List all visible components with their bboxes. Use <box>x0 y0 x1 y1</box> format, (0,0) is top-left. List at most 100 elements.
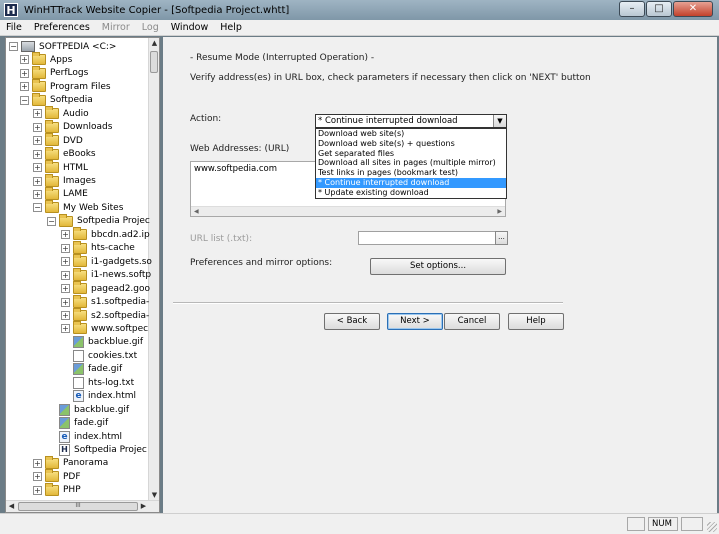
expand-icon[interactable]: + <box>33 485 42 495</box>
tree-item[interactable]: Softpedia Projec <box>47 444 147 457</box>
tree-item[interactable]: index.html <box>61 390 136 403</box>
tree-item[interactable]: index.html <box>47 430 122 443</box>
tree-item[interactable]: fade.gif <box>61 363 122 376</box>
menu-file[interactable]: File <box>0 22 28 33</box>
url-scroll-right-icon[interactable]: ▶ <box>497 207 502 217</box>
menu-window[interactable]: Window <box>165 22 214 33</box>
tree-item[interactable]: − Softpedia Projec <box>47 213 150 228</box>
expand-icon[interactable]: + <box>61 297 70 307</box>
action-option[interactable]: Get separated files <box>316 149 506 159</box>
hscroll-thumb[interactable]: III <box>18 502 138 511</box>
expand-icon[interactable]: + <box>33 189 42 199</box>
expand-icon[interactable]: + <box>33 136 42 146</box>
tree-item[interactable]: + Audio <box>33 106 89 120</box>
tree-item[interactable]: − My Web Sites <box>33 200 123 214</box>
scroll-up-arrow-icon[interactable]: ▲ <box>149 38 159 49</box>
tree-item[interactable]: + Images <box>33 173 96 188</box>
url-list-input[interactable] <box>358 231 498 245</box>
tree-item[interactable]: + Downloads <box>33 119 112 134</box>
tree-item[interactable]: + Program Files <box>20 79 111 93</box>
cancel-button[interactable]: Cancel <box>444 313 500 330</box>
scroll-left-arrow-icon[interactable]: ◀ <box>6 501 17 512</box>
tree-item[interactable]: + s1.softpedia- <box>61 294 149 309</box>
expand-icon[interactable]: + <box>61 243 70 253</box>
set-options-button[interactable]: Set options... <box>370 258 506 275</box>
tree-item[interactable]: − Softpedia <box>20 92 93 107</box>
action-dropdown-list[interactable]: Download web site(s) Download web site(s)… <box>315 128 507 199</box>
tree-horizontal-scrollbar[interactable]: ◀ III ▶ <box>6 500 159 512</box>
tree-item[interactable]: + bbcdn.ad2.ip <box>61 227 150 241</box>
collapse-icon[interactable]: − <box>9 42 18 51</box>
action-option[interactable]: * Update existing download <box>316 188 506 198</box>
collapse-icon[interactable]: − <box>33 203 42 213</box>
expand-icon[interactable]: + <box>33 122 42 132</box>
tree-item[interactable]: + i1-news.softp <box>61 267 151 282</box>
expand-icon[interactable]: + <box>61 270 70 280</box>
folder-icon <box>45 133 59 147</box>
collapse-icon[interactable]: − <box>47 216 56 226</box>
tree-item[interactable]: + LAME <box>33 186 88 201</box>
tree-item[interactable]: − SOFTPEDIA <C:> <box>9 40 116 53</box>
expand-icon[interactable]: + <box>33 163 42 173</box>
expand-icon[interactable]: + <box>33 472 42 482</box>
close-button[interactable]: ✕ <box>673 1 713 17</box>
next-button[interactable]: Next > <box>387 313 443 330</box>
tree-item[interactable]: + hts-cache <box>61 240 135 255</box>
action-option[interactable]: Test links in pages (bookmark test) <box>316 168 506 178</box>
tree-item[interactable]: backblue.gif <box>47 403 129 416</box>
expand-icon[interactable]: + <box>33 458 42 468</box>
tree-item[interactable]: + Panorama <box>33 455 108 470</box>
tree-item[interactable]: + PerfLogs <box>20 65 88 80</box>
back-button[interactable]: < Back <box>324 313 380 330</box>
action-select[interactable]: * Continue interrupted download ▼ <box>315 114 507 128</box>
tree-item[interactable]: fade.gif <box>47 417 108 430</box>
menu-preferences[interactable]: Preferences <box>28 22 96 33</box>
expand-icon[interactable]: + <box>20 68 29 78</box>
tree-item-label: SOFTPEDIA <C:> <box>39 41 117 52</box>
folder-icon <box>73 254 87 268</box>
help-button[interactable]: Help <box>508 313 564 330</box>
tree-item[interactable]: hts-log.txt <box>61 376 134 389</box>
tree-item[interactable]: + eBooks <box>33 146 96 161</box>
maximize-button[interactable]: □ <box>646 1 672 17</box>
tree-item[interactable]: + PDF <box>33 469 81 483</box>
tree-item[interactable]: + i1-gadgets.so <box>61 254 152 268</box>
resize-grip[interactable] <box>707 522 717 532</box>
tree-item[interactable]: + www.softpec <box>61 321 148 335</box>
expand-icon[interactable]: + <box>33 109 42 119</box>
expand-icon[interactable]: + <box>20 55 29 65</box>
action-option[interactable]: Download web site(s) <box>316 129 506 139</box>
expand-icon[interactable]: + <box>61 311 70 320</box>
menu-help[interactable]: Help <box>214 22 248 33</box>
url-horizontal-scrollbar[interactable]: ◀ ▶ <box>191 206 505 216</box>
expand-icon[interactable]: + <box>33 176 42 186</box>
expand-icon[interactable]: + <box>61 284 70 294</box>
expand-icon[interactable]: + <box>61 230 70 240</box>
tree-item[interactable]: backblue.gif <box>61 336 143 349</box>
tree-item[interactable]: + Apps <box>20 52 72 66</box>
collapse-icon[interactable]: − <box>20 95 29 105</box>
tree-item[interactable]: + PHP <box>33 482 81 497</box>
tree-item[interactable]: + DVD <box>33 133 83 147</box>
folder-tree[interactable]: ▲ ▼ ◀ III ▶ − SOFTPEDIA <C:> + Apps + PerfLog… <box>5 37 160 513</box>
scroll-right-arrow-icon[interactable]: ▶ <box>138 501 149 512</box>
expand-icon[interactable]: + <box>20 82 29 92</box>
expand-icon[interactable]: + <box>33 149 42 159</box>
action-option[interactable]: Download all sites in pages (multiple mi… <box>316 158 506 168</box>
image-file-icon <box>73 336 84 349</box>
expand-icon[interactable]: + <box>61 324 70 334</box>
url-scroll-left-icon[interactable]: ◀ <box>194 207 199 217</box>
browse-button[interactable]: ... <box>495 231 508 245</box>
tree-item[interactable]: + s2.softpedia- <box>61 308 149 322</box>
action-option[interactable]: Download web site(s) + questions <box>316 139 506 149</box>
chevron-down-icon[interactable]: ▼ <box>493 115 506 127</box>
tree-item[interactable]: + HTML <box>33 160 88 174</box>
action-option[interactable]: * Continue interrupted download <box>316 177 506 188</box>
tree-item[interactable]: cookies.txt <box>61 349 137 362</box>
expand-icon[interactable]: + <box>61 257 70 267</box>
tree-item[interactable]: + pagead2.goo <box>61 281 150 295</box>
minimize-button[interactable]: – <box>619 1 645 17</box>
scroll-thumb[interactable] <box>150 51 158 73</box>
tree-item-label: LAME <box>63 189 88 200</box>
